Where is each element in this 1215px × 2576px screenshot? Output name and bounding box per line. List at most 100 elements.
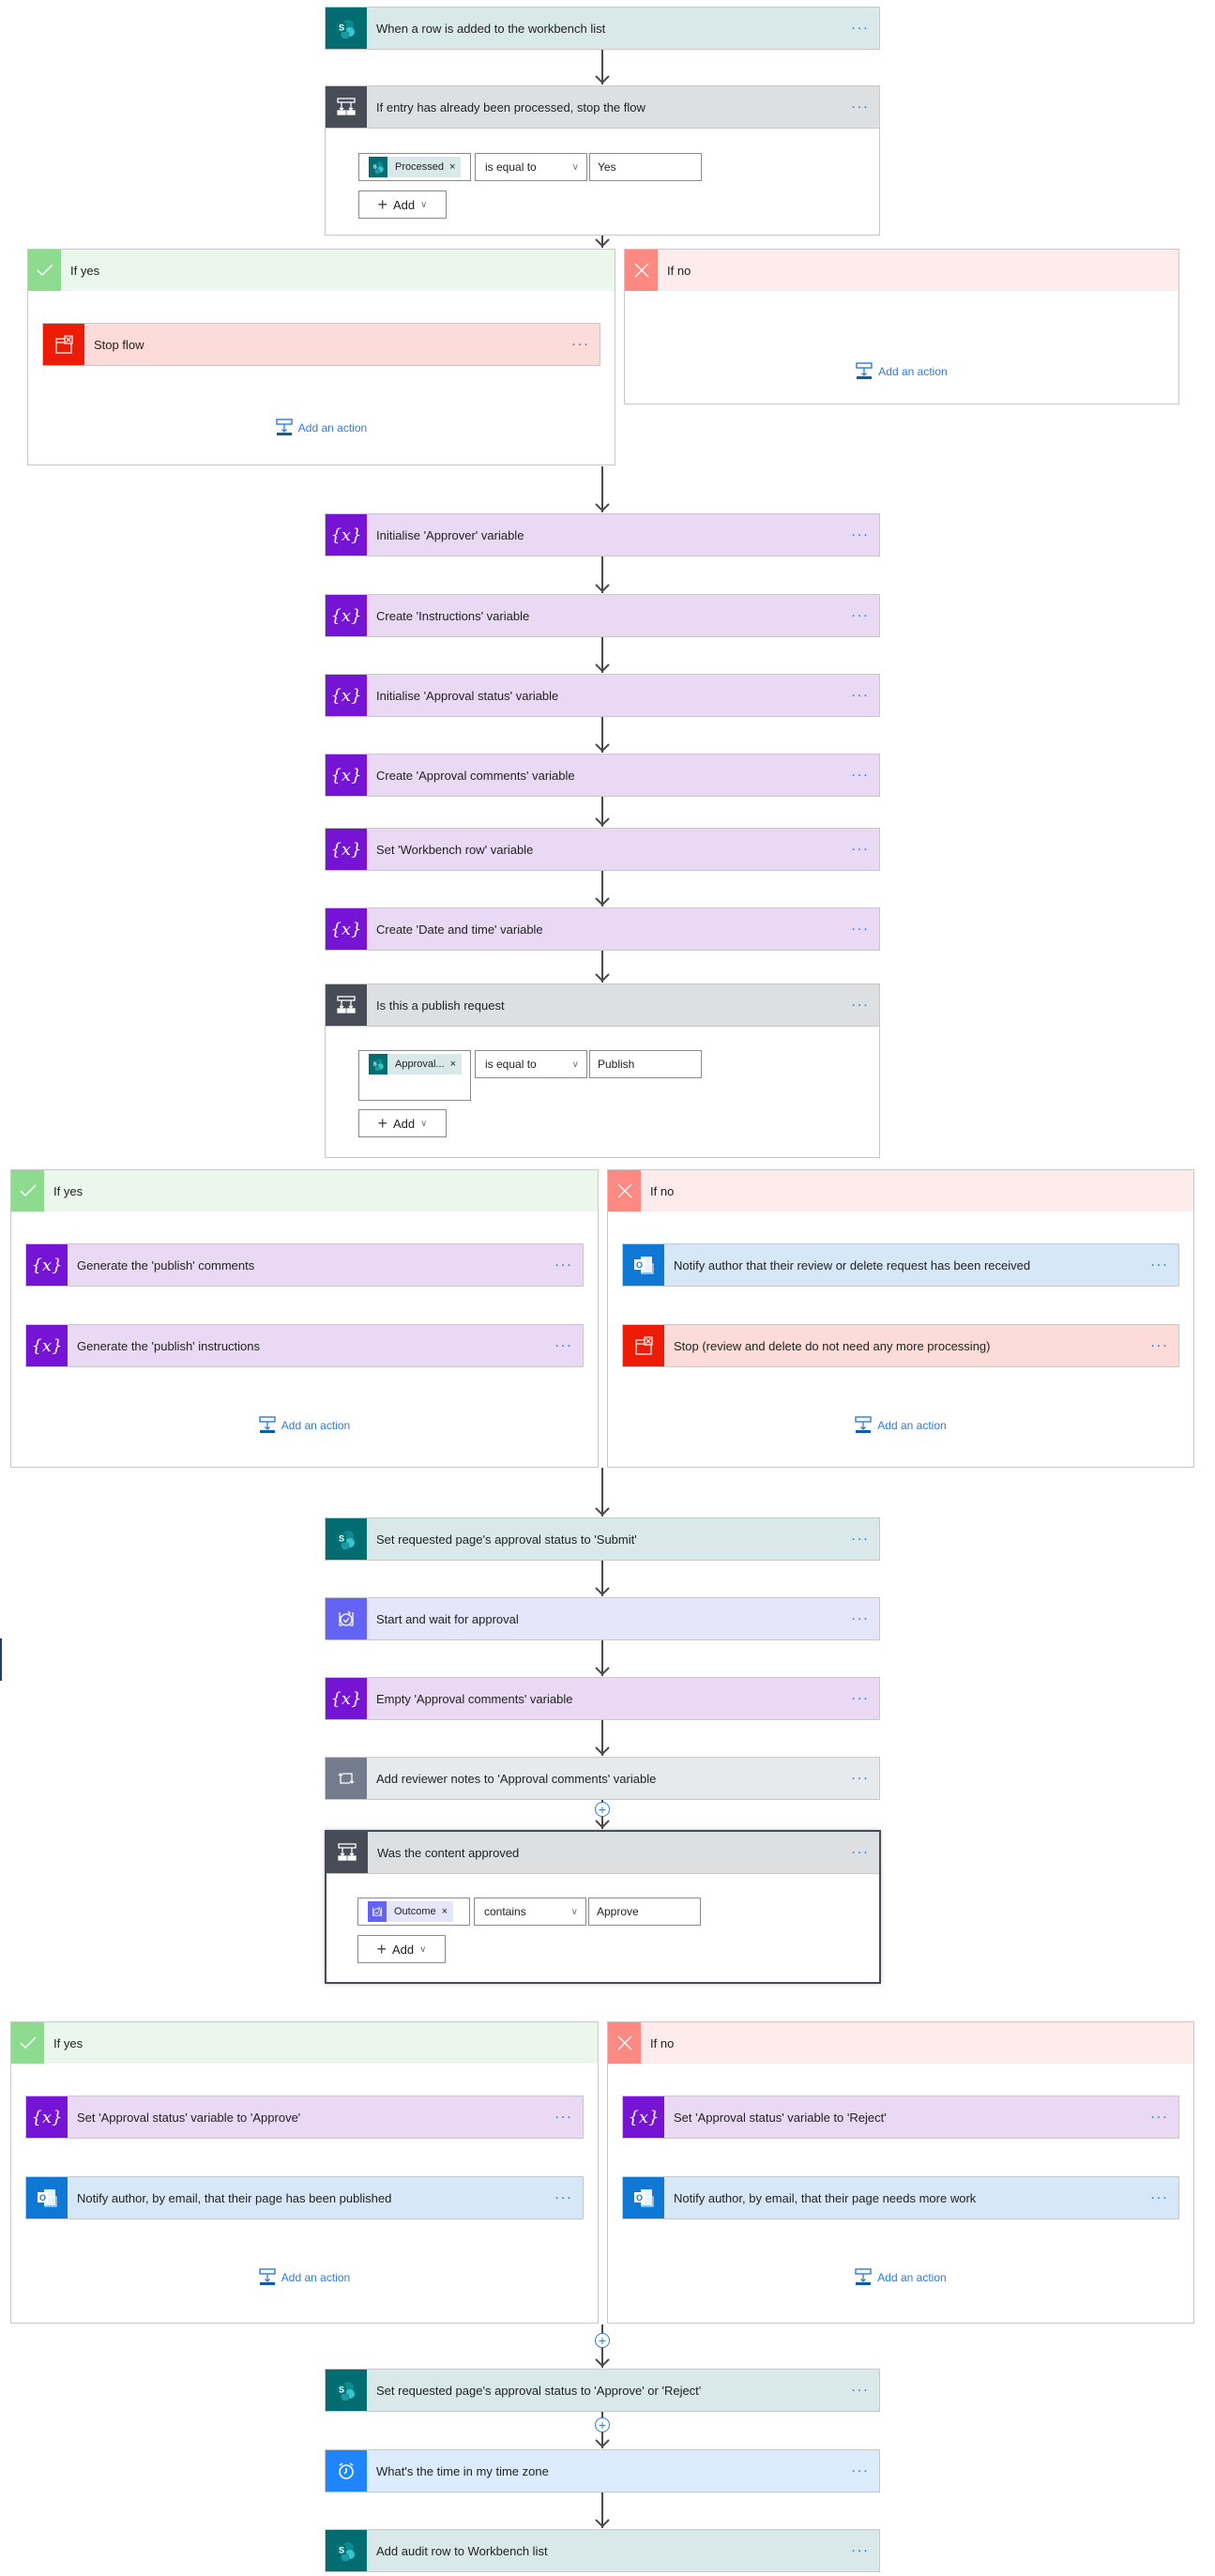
more-options-button[interactable]: ...: [842, 1768, 879, 1786]
add-an-action-button[interactable]: Add an action: [28, 419, 615, 436]
add-an-action-button[interactable]: Add an action: [11, 1416, 598, 1434]
more-options-button[interactable]: ...: [562, 334, 600, 352]
add-condition-button[interactable]: + Add ∨: [358, 191, 447, 219]
action-card-time-zone[interactable]: What's the time in my time zone ...: [325, 2449, 880, 2492]
more-options-button[interactable]: ...: [842, 1529, 879, 1547]
branch-if-no-2: If no Notify author that their review or…: [607, 1169, 1194, 1468]
branch-header[interactable]: If yes: [28, 250, 615, 291]
more-options-button[interactable]: ...: [842, 97, 879, 114]
close-x-icon: [608, 2022, 641, 2064]
more-options-button[interactable]: ...: [842, 1608, 879, 1626]
arrow-down-icon: [595, 2358, 610, 2367]
more-options-button[interactable]: ...: [842, 605, 879, 623]
more-options-button[interactable]: ...: [1141, 2187, 1178, 2205]
action-card-variable[interactable]: {x} Create 'Date and time' variable ...: [325, 907, 880, 951]
scrollbar-thumb[interactable]: [0, 1639, 2, 1681]
add-label: Add: [393, 197, 416, 212]
condition-left-operand[interactable]: Processed ×: [358, 153, 471, 181]
action-title: Initialise 'Approver' variable: [376, 527, 524, 542]
condition-left-operand[interactable]: Outcome ×: [357, 1898, 470, 1926]
branch-if-no-1: If no Add an action: [624, 249, 1179, 404]
action-card-notify-published[interactable]: Notify author, by email, that their page…: [25, 2176, 584, 2219]
action-card-variable[interactable]: {x} Initialise 'Approval status' variabl…: [325, 674, 880, 717]
add-action-icon: [276, 419, 293, 436]
more-options-button[interactable]: ...: [842, 2380, 879, 2398]
more-options-button[interactable]: ...: [842, 2461, 879, 2478]
action-card-start-approval[interactable]: Start and wait for approval ...: [325, 1597, 880, 1640]
more-options-button[interactable]: ...: [842, 1688, 879, 1706]
operator-dropdown[interactable]: is equal to ∨: [475, 1050, 587, 1078]
dynamic-content-token[interactable]: Processed ×: [369, 157, 462, 177]
remove-token-icon[interactable]: ×: [442, 1906, 448, 1917]
trigger-card[interactable]: When a row is added to the workbench lis…: [325, 7, 880, 50]
branch-header[interactable]: If yes: [11, 1170, 598, 1212]
action-card-variable[interactable]: {x} Initialise 'Approver' variable ...: [325, 513, 880, 556]
more-options-button[interactable]: ...: [545, 2187, 583, 2205]
branch-header[interactable]: If no: [608, 1170, 1193, 1212]
more-options-button[interactable]: ...: [1141, 2107, 1178, 2125]
remove-token-icon[interactable]: ×: [450, 1059, 456, 1070]
action-card-set-submit[interactable]: Set requested page's approval status to …: [325, 1517, 880, 1561]
add-an-action-button[interactable]: Add an action: [11, 2268, 598, 2286]
condition-content-approved: Was the content approved ... Outcome × c…: [325, 1830, 881, 1984]
arrow-down-icon: [595, 1507, 610, 1516]
condition-header[interactable]: Was the content approved ...: [327, 1832, 879, 1874]
operator-dropdown[interactable]: contains ∨: [474, 1898, 586, 1926]
condition-value-input[interactable]: Publish: [589, 1050, 702, 1078]
action-card-publish-instructions[interactable]: {x} Generate the 'publish' instructions …: [25, 1324, 584, 1367]
action-card-variable[interactable]: {x} Create 'Approval comments' variable …: [325, 754, 880, 797]
branch-header[interactable]: If no: [625, 250, 1178, 291]
more-options-button[interactable]: ...: [545, 2107, 583, 2125]
insert-step-button[interactable]: +: [595, 2333, 610, 2348]
action-card-add-audit-row[interactable]: Add audit row to Workbench list ...: [325, 2529, 880, 2572]
more-options-button[interactable]: ...: [545, 1255, 583, 1273]
dynamic-content-token[interactable]: Approval... ×: [369, 1054, 463, 1075]
condition-header[interactable]: If entry has already been processed, sto…: [326, 86, 879, 129]
add-condition-button[interactable]: + Add ∨: [357, 1935, 446, 1963]
action-title: Add reviewer notes to 'Approval comments…: [376, 1771, 657, 1786]
more-options-button[interactable]: ...: [842, 18, 879, 36]
add-an-action-button[interactable]: Add an action: [625, 362, 1178, 380]
more-options-button[interactable]: ...: [842, 2540, 879, 2558]
action-card-publish-comments[interactable]: {x} Generate the 'publish' comments ...: [25, 1243, 584, 1287]
more-options-button[interactable]: ...: [842, 1842, 879, 1860]
dynamic-content-token[interactable]: Outcome ×: [368, 1901, 454, 1922]
action-card-add-reviewer-notes[interactable]: Add reviewer notes to 'Approval comments…: [325, 1757, 880, 1800]
add-an-action-button[interactable]: Add an action: [608, 1416, 1193, 1434]
more-options-button[interactable]: ...: [1141, 1335, 1178, 1353]
more-options-button[interactable]: ...: [842, 685, 879, 703]
more-options-button[interactable]: ...: [842, 839, 879, 857]
add-an-action-button[interactable]: Add an action: [608, 2268, 1193, 2286]
action-card-variable[interactable]: {x} Create 'Instructions' variable ...: [325, 594, 880, 637]
condition-value-input[interactable]: Yes: [589, 153, 702, 181]
action-card-notify-more-work[interactable]: Notify author, by email, that their page…: [622, 2176, 1179, 2219]
branch-label: If no: [650, 1183, 675, 1198]
action-card-set-approve[interactable]: {x} Set 'Approval status' variable to 'A…: [25, 2096, 584, 2139]
condition-value-input[interactable]: Approve: [588, 1898, 701, 1926]
action-card-empty-comments[interactable]: {x} Empty 'Approval comments' variable .…: [325, 1677, 880, 1720]
action-card-variable[interactable]: {x} Set 'Workbench row' variable ...: [325, 828, 880, 871]
remove-token-icon[interactable]: ×: [449, 161, 455, 173]
action-card-set-approve-reject[interactable]: Set requested page's approval status to …: [325, 2369, 880, 2412]
insert-step-button[interactable]: +: [595, 2417, 610, 2432]
add-condition-button[interactable]: + Add ∨: [358, 1109, 447, 1137]
more-options-button[interactable]: ...: [842, 995, 879, 1013]
terminate-icon: [623, 1325, 664, 1366]
more-options-button[interactable]: ...: [1141, 1255, 1178, 1273]
action-card-stop-flow[interactable]: Stop flow ...: [42, 323, 600, 366]
arrow-down-icon: [595, 1587, 610, 1595]
condition-left-operand[interactable]: Approval... ×: [358, 1050, 471, 1101]
more-options-button[interactable]: ...: [842, 525, 879, 542]
action-card-notify-received[interactable]: Notify author that their review or delet…: [622, 1243, 1179, 1287]
more-options-button[interactable]: ...: [842, 765, 879, 783]
branch-header[interactable]: If yes: [11, 2022, 598, 2064]
insert-step-button[interactable]: +: [595, 1802, 610, 1817]
more-options-button[interactable]: ...: [842, 919, 879, 937]
branch-header[interactable]: If no: [608, 2022, 1193, 2064]
more-options-button[interactable]: ...: [545, 1335, 583, 1353]
condition-header[interactable]: Is this a publish request ...: [326, 984, 879, 1027]
action-card-set-reject[interactable]: {x} Set 'Approval status' variable to 'R…: [622, 2096, 1179, 2139]
checkmark-icon: [11, 2022, 44, 2064]
action-card-stop-review-delete[interactable]: Stop (review and delete do not need any …: [622, 1324, 1179, 1367]
operator-dropdown[interactable]: is equal to ∨: [475, 153, 587, 181]
